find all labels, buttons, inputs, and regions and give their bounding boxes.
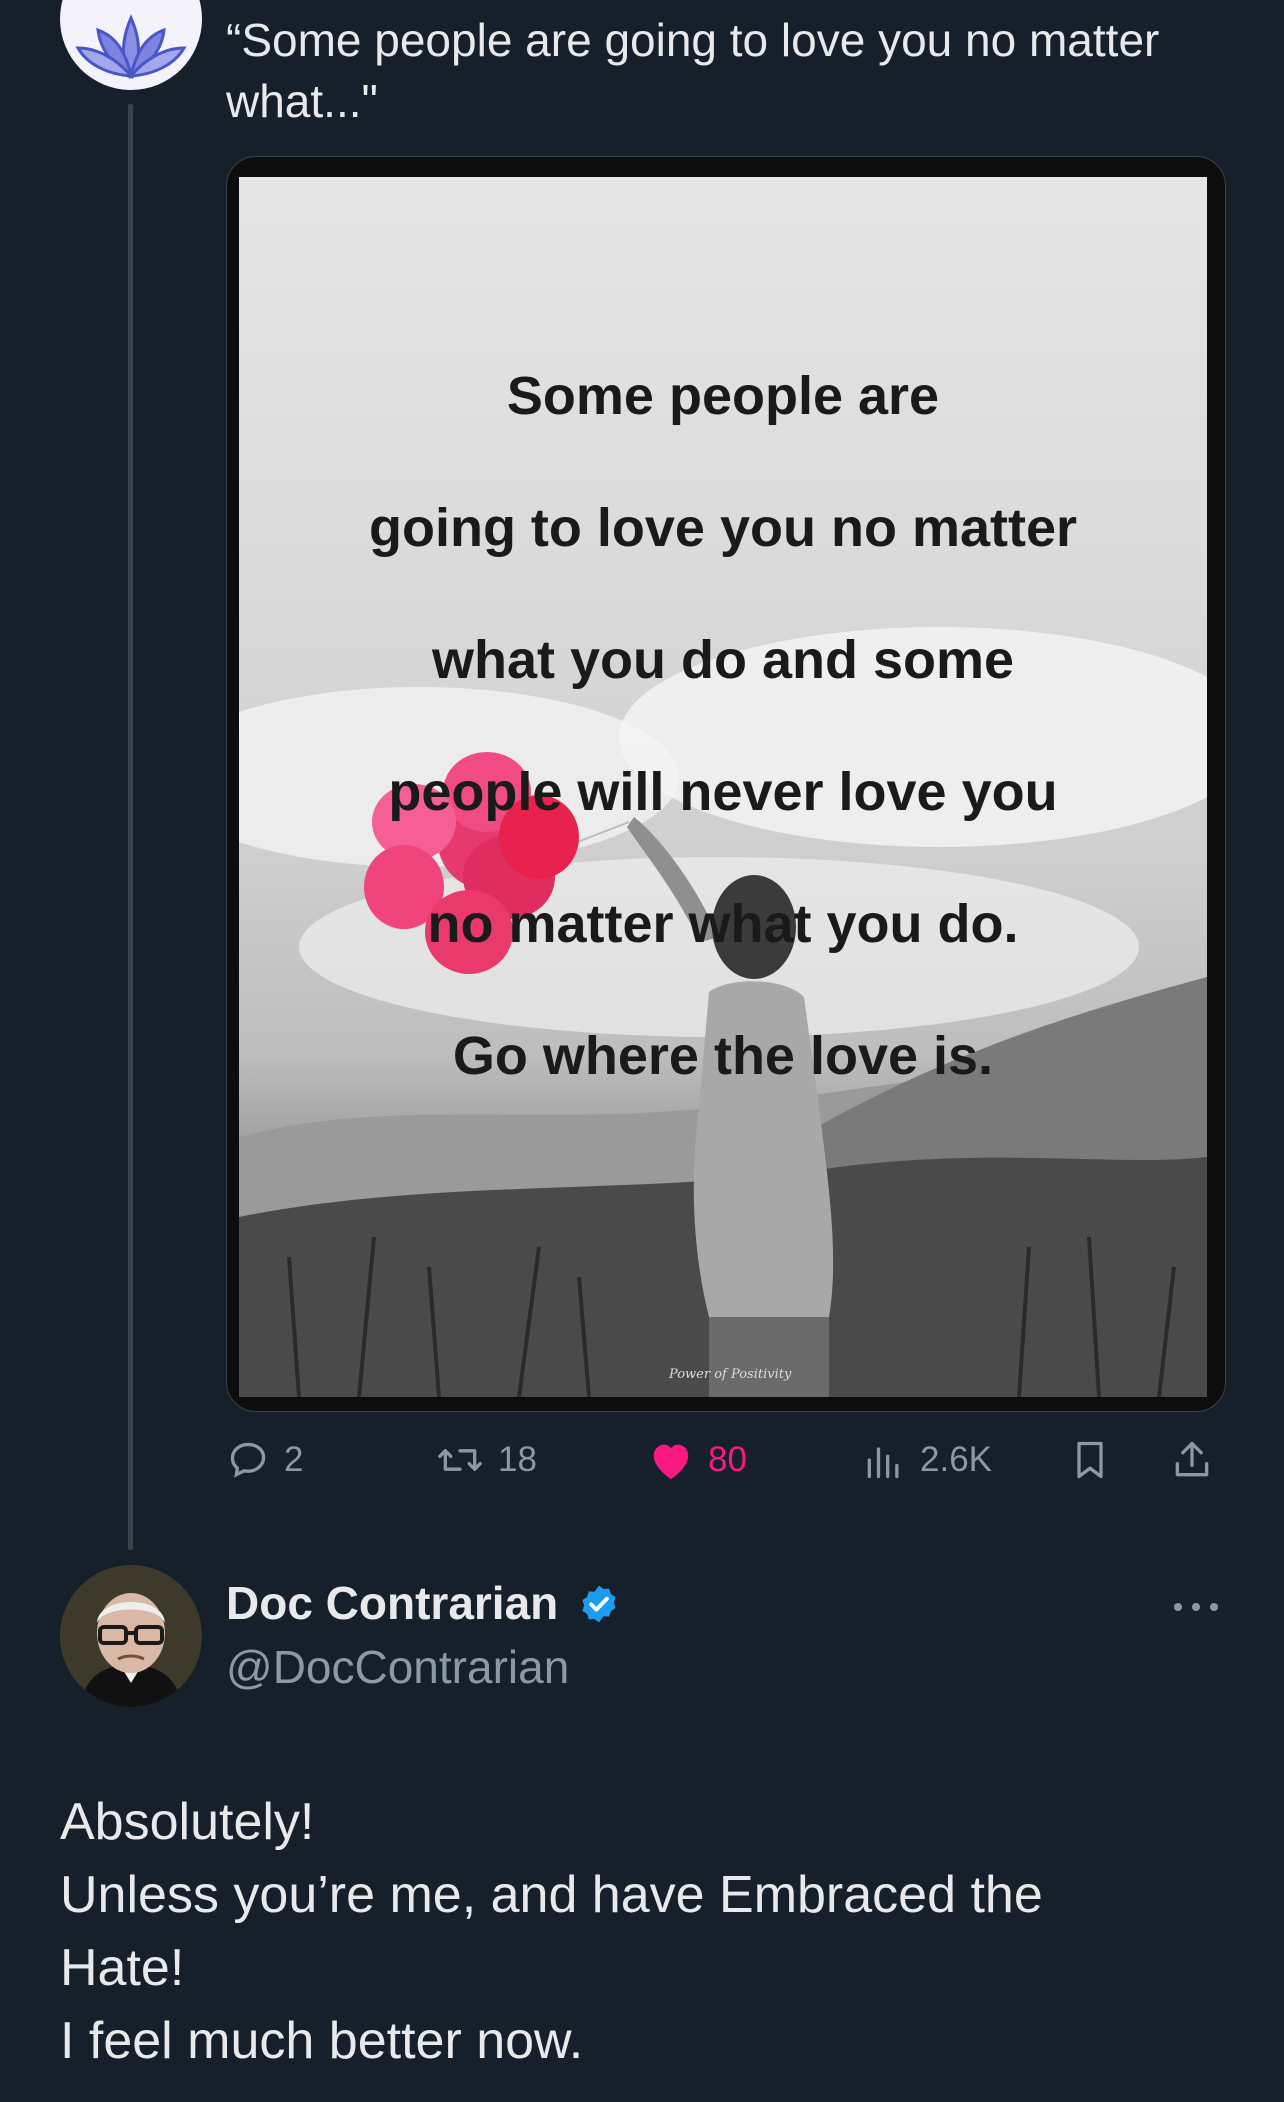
- share-icon: [1175, 1441, 1209, 1477]
- reply-line: Absolutely!: [60, 1793, 315, 1851]
- reply-text: Absolutely! Unless you’re me, and have E…: [60, 1786, 1240, 2078]
- author-name[interactable]: Doc Contrarian: [226, 1576, 558, 1630]
- verified-badge-icon: [578, 1583, 620, 1630]
- reply-count: 2: [284, 1440, 304, 1479]
- share-button[interactable]: [1170, 1430, 1228, 1490]
- tweet-text: “Some people are going to love you no ma…: [226, 14, 1160, 127]
- quote-line: going to love you no matter: [368, 498, 1077, 558]
- quote-text: Some people are going to love you no mat…: [239, 297, 1207, 1155]
- quote-line: what you do and some: [431, 630, 1015, 690]
- quote-line: no matter what you do.: [427, 894, 1019, 954]
- like-count: 80: [708, 1440, 747, 1479]
- like-button[interactable]: 80: [648, 1430, 747, 1490]
- reply-line: Hate!: [60, 1939, 185, 1997]
- retweet-icon: [438, 1449, 482, 1471]
- lotus-logo: [75, 14, 187, 80]
- retweet-button[interactable]: 18: [436, 1430, 537, 1490]
- tweet-action-bar: 2 18 80 2.6K: [226, 1430, 1226, 1490]
- bookmark-button[interactable]: [1068, 1430, 1126, 1490]
- heart-icon: [653, 1444, 689, 1480]
- views-button[interactable]: 2.6K: [862, 1430, 992, 1490]
- tweet-media-card[interactable]: Some people are going to love you no mat…: [226, 156, 1226, 1412]
- retweet-count: 18: [498, 1440, 537, 1479]
- reply-button[interactable]: 2: [226, 1430, 303, 1490]
- avatar-portrait: [60, 1565, 202, 1707]
- quote-image[interactable]: Some people are going to love you no mat…: [239, 177, 1207, 1397]
- quote-line: Some people are: [506, 366, 940, 426]
- views-count: 2.6K: [920, 1440, 992, 1479]
- quote-line: Go where the love is.: [452, 1026, 994, 1086]
- author-handle[interactable]: @DocContrarian: [226, 1640, 569, 1694]
- reply-line: I feel much better now.: [60, 2012, 584, 2070]
- quote-line: people will never love you: [388, 762, 1058, 822]
- avatar-doc-contrarian[interactable]: [60, 1565, 202, 1707]
- image-watermark: Power of Positivity: [669, 1367, 792, 1382]
- bookmark-icon: [1077, 1441, 1103, 1479]
- more-options-icon[interactable]: [1172, 1600, 1220, 1618]
- reply-line: Unless you’re me, and have Embraced the: [60, 1866, 1043, 1924]
- views-chart-icon: [867, 1447, 899, 1479]
- avatar-lotus[interactable]: [60, 0, 202, 90]
- reply-icon: [230, 1442, 266, 1478]
- thread-connector-line: [128, 104, 133, 1550]
